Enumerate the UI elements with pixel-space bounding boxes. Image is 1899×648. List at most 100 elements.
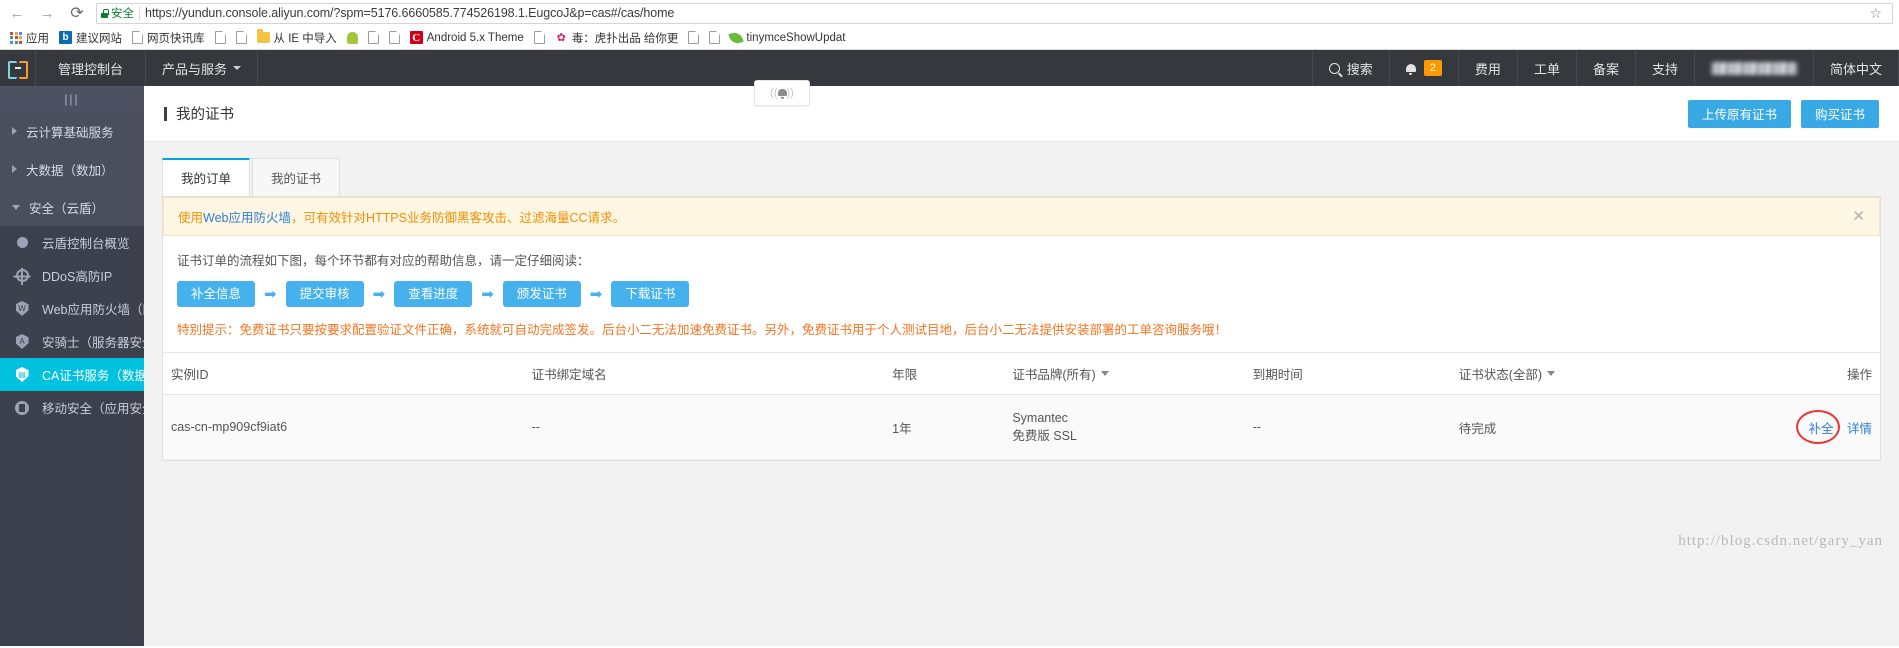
main-content: 我的证书 (()) 上传原有证书 购买证书 我的订单 我的证书 使用 Web应用防… — [144, 80, 1899, 646]
sidebar-item-server-guard[interactable]: A 安骑士（服务器安全） — [0, 325, 144, 358]
reload-icon[interactable]: ⟳ — [66, 2, 88, 24]
bookmark-android-theme[interactable]: C Android 5.x Theme — [405, 30, 529, 45]
bookmark-apps[interactable]: 应用 — [5, 29, 54, 47]
tab-my-orders[interactable]: 我的订单 — [162, 158, 251, 196]
complete-info-link[interactable]: 补全 — [1808, 422, 1833, 436]
secure-badge: 安全 — [101, 5, 134, 21]
details-link[interactable]: 详情 — [1847, 422, 1872, 436]
flow-steps: 补全信息 ➡ 提交审核 ➡ 查看进度 ➡ 颁发证书 ➡ 下载证书 — [163, 269, 1880, 313]
sidebar-item-label: Web应用防火墙（网... — [42, 303, 144, 317]
console-header: 管理控制台 产品与服务 搜索 2 费用 工单 备案 支持 简体中文 — [0, 50, 1899, 86]
bookmark-star-icon[interactable]: ☆ — [1863, 5, 1888, 22]
watermark: http://blog.csdn.net/gary_yan — [1678, 533, 1883, 549]
bookmarks-bar: 应用 b 建议网站 网页快讯库 从 IE 中导入 C Android 5.x T… — [0, 26, 1899, 50]
notice-prefix: 使用 — [178, 211, 204, 225]
header-support[interactable]: 支持 — [1634, 50, 1695, 86]
gear-icon — [14, 267, 30, 285]
tab-my-certificates[interactable]: 我的证书 — [252, 158, 341, 196]
sidebar-group-label: 安全（云盾） — [29, 201, 105, 216]
column-instance-id: 实例ID — [163, 352, 524, 395]
sidebar-item-ddos[interactable]: DDoS高防IP — [0, 259, 144, 292]
cell-operations: 补全 详情 — [1691, 394, 1880, 461]
back-icon[interactable]: ← — [6, 2, 28, 24]
header-tickets[interactable]: 工单 — [1516, 50, 1577, 86]
waf-link[interactable]: Web应用防火墙 — [203, 207, 291, 226]
page-header: 我的证书 (()) 上传原有证书 购买证书 — [144, 80, 1899, 142]
chevron-down-icon — [1100, 371, 1109, 376]
bookmark-android[interactable] — [342, 31, 363, 45]
omnibox-divider — [139, 5, 140, 21]
sidebar-item-label: 云盾控制台概览 — [42, 237, 130, 251]
table-header-row: 实例ID 证书绑定域名 年限 证书品牌(所有) 到期时间 证书状态(全部) 操作 — [163, 352, 1880, 395]
column-operations: 操作 — [1691, 352, 1880, 395]
header-user-account[interactable] — [1693, 50, 1814, 86]
sidebar-collapse-handle[interactable]: ||| — [0, 86, 144, 112]
column-years: 年限 — [884, 352, 1005, 395]
bookmark-blank-7[interactable] — [704, 30, 725, 45]
bookmark-tinymce[interactable]: tinymceShowUpdat — [725, 29, 850, 46]
forward-icon[interactable]: → — [36, 2, 58, 24]
aliyun-logo[interactable] — [0, 50, 36, 86]
buy-certificate-button[interactable]: 购买证书 — [1800, 99, 1879, 128]
cell-domain: -- — [523, 394, 885, 461]
flow-step-check-progress[interactable]: 查看进度 — [394, 281, 473, 307]
sidebar-item-mobile-security[interactable]: 移动安全（应用安全） — [0, 391, 144, 424]
bell-icon — [1405, 63, 1416, 75]
chevron-down-icon — [1547, 371, 1556, 376]
close-icon[interactable]: ✕ — [1852, 209, 1865, 224]
bookmark-blank-6[interactable] — [683, 30, 704, 45]
chevron-down-icon — [12, 204, 20, 210]
page-icon — [388, 31, 400, 44]
notice-suffix: ，可有效针对HTTPS业务防御黑客攻击、过滤海量CC请求。 — [291, 211, 626, 225]
bookmark-ie-import-folder[interactable]: 从 IE 中导入 — [252, 29, 342, 47]
flow-step-issue-certificate[interactable]: 颁发证书 — [502, 281, 581, 307]
brand-name: Symantec — [1012, 411, 1068, 425]
brand-filter[interactable]: 证书品牌(所有) — [1012, 364, 1109, 383]
bookmark-blank-1[interactable] — [210, 30, 231, 45]
bookmark-blank-5[interactable] — [529, 30, 550, 45]
status-filter[interactable]: 证书状态(全部) — [1459, 364, 1556, 383]
page-icon — [688, 31, 700, 44]
sidebar-item-waf[interactable]: W Web应用防火墙（网... — [0, 292, 144, 325]
flow-step-submit-review[interactable]: 提交审核 — [285, 281, 364, 307]
dot-icon — [14, 235, 30, 251]
floating-notification-widget[interactable]: (()) — [754, 80, 810, 106]
sidebar-group-cloud-computing[interactable]: 云计算基础服务 — [0, 112, 144, 150]
sidebar-group-bigdata[interactable]: 大数据（数加） — [0, 150, 144, 188]
page-icon — [533, 31, 545, 44]
console-brand[interactable]: 管理控制台 — [36, 50, 147, 86]
flow-step-download-certificate[interactable]: 下载证书 — [611, 281, 690, 307]
sidebar-item-ca-certificate[interactable]: ▤ CA证书服务（数据安... — [0, 358, 144, 391]
bookmark-blank-2[interactable] — [231, 30, 252, 45]
bookmark-hupu[interactable]: ✿ 毒：虎扑出品 给你更 — [550, 29, 684, 47]
header-icp[interactable]: 备案 — [1575, 50, 1636, 86]
upload-existing-certificate-button[interactable]: 上传原有证书 — [1687, 99, 1791, 128]
secure-label: 安全 — [111, 8, 134, 20]
column-status: 证书状态(全部) — [1450, 352, 1692, 395]
header-notifications[interactable]: 2 — [1388, 50, 1459, 86]
bookmark-suggested-sites[interactable]: b 建议网站 — [54, 29, 127, 47]
sidebar-group-label: 大数据（数加） — [26, 163, 114, 178]
arrow-right-icon: ➡ — [589, 285, 603, 303]
sidebar-group-security[interactable]: 安全（云盾） — [0, 188, 144, 226]
cell-status: 待完成 — [1450, 394, 1692, 461]
header-search[interactable]: 搜索 — [1311, 50, 1390, 86]
notification-badge: 2 — [1423, 60, 1442, 76]
bookmark-news[interactable]: 网页快讯库 — [127, 29, 210, 47]
url-text: https://yundun.console.aliyun.com/?spm=5… — [145, 6, 675, 20]
tabs: 我的订单 我的证书 — [144, 142, 1899, 196]
chevron-down-icon — [233, 66, 242, 70]
page-header-actions: 上传原有证书 购买证书 — [1687, 99, 1879, 128]
address-bar[interactable]: 安全 https://yundun.console.aliyun.com/?sp… — [96, 2, 1893, 24]
header-language[interactable]: 简体中文 — [1812, 50, 1899, 86]
sidebar-item-yundun-overview[interactable]: 云盾控制台概览 — [0, 226, 144, 259]
search-label: 搜索 — [1346, 61, 1373, 77]
header-billing[interactable]: 费用 — [1457, 50, 1518, 86]
products-and-services-menu[interactable]: 产品与服务 — [146, 50, 259, 86]
bookmark-label: 建议网站 — [76, 32, 122, 45]
bookmark-blank-4[interactable] — [384, 30, 405, 45]
column-brand: 证书品牌(所有) — [1004, 352, 1245, 395]
flow-step-complete-info[interactable]: 补全信息 — [177, 281, 256, 307]
cell-expire-time: -- — [1244, 394, 1451, 461]
bookmark-blank-3[interactable] — [363, 30, 384, 45]
